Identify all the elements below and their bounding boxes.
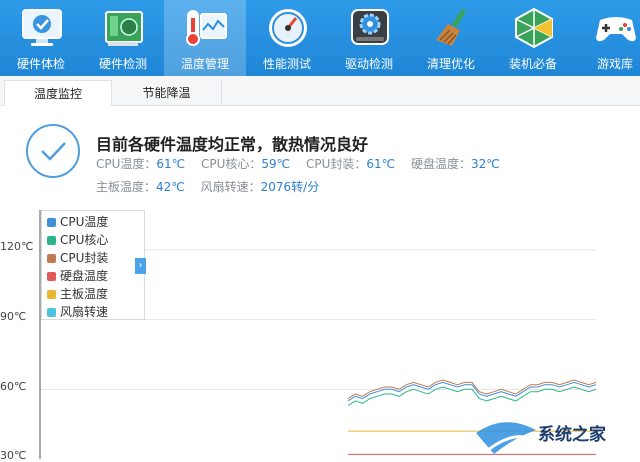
y-tick-label: 120℃	[0, 240, 34, 253]
y-tick-label: 60℃	[0, 380, 27, 393]
legend-item[interactable]: CPU温度	[47, 213, 108, 229]
watermark-text: 系统之家	[538, 425, 606, 445]
legend-label: 风扇转速	[60, 305, 109, 319]
y-tick-label: 30℃	[0, 449, 27, 462]
legend-collapse-chevron-icon[interactable]: ›	[135, 258, 146, 274]
legend-item[interactable]: CPU核心	[47, 231, 108, 247]
legend-item[interactable]: 硬盘温度	[47, 267, 108, 283]
legend-swatch	[47, 272, 56, 281]
legend-swatch	[47, 236, 56, 245]
legend-swatch	[47, 308, 56, 317]
legend-item[interactable]: 风扇转速	[47, 303, 108, 319]
legend-label: 主板温度	[60, 287, 109, 301]
chart-legend: CPU温度 CPU核心 CPU封装 硬盘温度 主板温度 风扇转速	[41, 210, 145, 320]
legend-swatch	[47, 254, 56, 263]
legend-swatch	[47, 218, 56, 227]
legend-label: CPU温度	[60, 215, 109, 229]
legend-label: CPU封装	[60, 251, 109, 265]
y-tick-label: 90℃	[0, 310, 27, 323]
legend-item[interactable]: 主板温度	[47, 285, 108, 301]
legend-label: CPU核心	[60, 233, 109, 247]
legend-item[interactable]: CPU封装	[47, 249, 108, 265]
legend-swatch	[47, 290, 56, 299]
legend-label: 硬盘温度	[60, 269, 109, 283]
